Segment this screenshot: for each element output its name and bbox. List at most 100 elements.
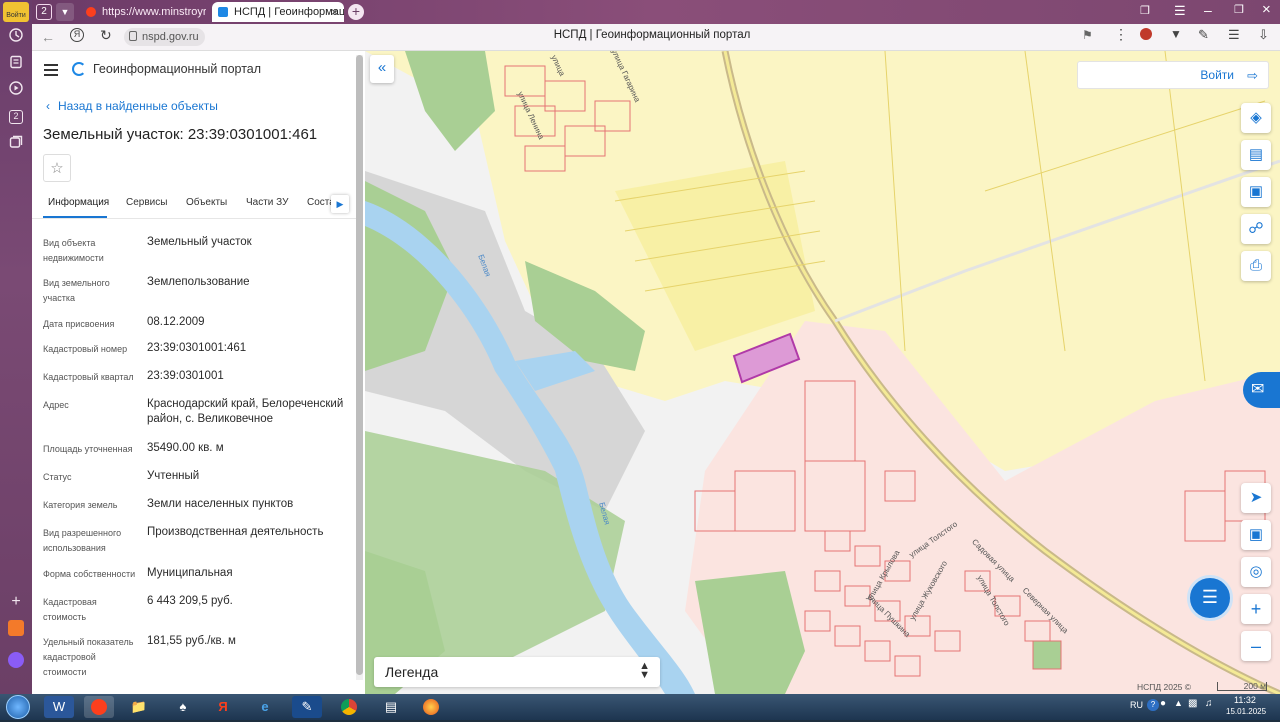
- close-window-button[interactable]: ×: [1262, 1, 1271, 18]
- tab-objects[interactable]: Объекты: [186, 197, 227, 208]
- field-value: Учтенный: [147, 470, 200, 482]
- tab-close-icon[interactable]: ×: [331, 2, 338, 22]
- layers-icon[interactable]: ◈: [1241, 103, 1271, 133]
- volume-icon[interactable]: ♫: [1205, 698, 1213, 709]
- field-label: Статус: [43, 472, 72, 482]
- legend-bar[interactable]: Легенда ▲ ▼: [374, 657, 660, 687]
- print-icon[interactable]: ⎙: [1241, 251, 1271, 281]
- yandex-icon[interactable]: Я: [208, 696, 238, 718]
- tab-minstroy[interactable]: https://www.minstroyrf.g: [80, 2, 206, 22]
- zoom-in-button[interactable]: +: [1241, 594, 1271, 624]
- bookmark-icon[interactable]: ⚑: [1082, 28, 1093, 42]
- media-icon[interactable]: [7, 81, 25, 99]
- copyright: НСПД 2025 ©: [1137, 682, 1192, 692]
- restore-button[interactable]: ❐: [1234, 3, 1244, 16]
- field-label: Площадь уточненная: [43, 444, 133, 454]
- more-icon[interactable]: ⋮: [1114, 26, 1128, 43]
- field-value: Земли населенных пунктов: [147, 498, 294, 510]
- panel-scrollbar-thumb[interactable]: [356, 55, 363, 675]
- download-arrow-icon[interactable]: ⇩: [1258, 27, 1269, 43]
- locate-icon[interactable]: ➤: [1241, 483, 1271, 513]
- object-title: Земельный участок: 23:39:0301001:461: [43, 126, 318, 143]
- field-value: 23:39:0301001:461: [147, 342, 247, 354]
- alice-icon[interactable]: [7, 651, 25, 669]
- field-label: Форма собственности: [43, 569, 136, 579]
- assistant-icon[interactable]: ✉: [1243, 372, 1280, 408]
- pdf-icon[interactable]: ▤: [376, 696, 406, 718]
- yandex-logo-icon[interactable]: Я: [70, 28, 84, 42]
- tab-parts[interactable]: Части ЗУ: [246, 197, 288, 208]
- map-view[interactable]: улица Ленина улица Гагарина улица Белая …: [365, 51, 1280, 694]
- url-text: nspd.gov.ru: [142, 31, 199, 43]
- login-button[interactable]: Войти ⇨: [1077, 61, 1269, 89]
- collapse-panel-button[interactable]: «: [370, 55, 394, 83]
- history-icon[interactable]: [7, 28, 25, 46]
- field-label: Адрес: [43, 400, 69, 410]
- tab-nspd[interactable]: НСПД | Геоинформацио ×: [212, 2, 344, 22]
- tab-strip: 2 ▼ https://www.minstroyrf.g НСПД | Геои…: [32, 0, 1280, 24]
- login-arrow-icon: ⇨: [1247, 68, 1258, 83]
- settings-menu-icon[interactable]: ☰: [1174, 3, 1186, 19]
- profile-button[interactable]: Войти: [3, 2, 29, 22]
- tray-expand-icon[interactable]: ▲: [1174, 698, 1183, 708]
- start-button[interactable]: [6, 695, 30, 719]
- games-icon[interactable]: ♠: [168, 696, 198, 718]
- chrome-icon[interactable]: [334, 696, 364, 718]
- downloads-icon[interactable]: ▼: [1170, 27, 1182, 41]
- firefox-icon[interactable]: [416, 696, 446, 718]
- internet-explorer-icon[interactable]: e: [250, 696, 280, 718]
- collections-icon[interactable]: [7, 135, 25, 153]
- language-indicator[interactable]: RU: [1130, 700, 1143, 710]
- add-icon[interactable]: +: [7, 593, 25, 611]
- file-explorer-icon[interactable]: 📁: [124, 696, 154, 718]
- scale-label: 200 м: [1243, 681, 1266, 691]
- reload-icon[interactable]: ↻: [100, 27, 112, 44]
- url-chip[interactable]: nspd.gov.ru: [124, 28, 205, 46]
- panel-scrollbar[interactable]: [356, 55, 363, 680]
- favorite-star-button[interactable]: ☆: [43, 154, 71, 182]
- field-label: Категория земель: [43, 500, 118, 510]
- back-nav-icon[interactable]: ←: [41, 29, 55, 45]
- geolocation-icon[interactable]: ◎: [1241, 557, 1271, 587]
- field-value: Муниципальная: [147, 567, 233, 579]
- chat-button[interactable]: ☰: [1187, 575, 1233, 621]
- field-label: Вид земельного участка: [43, 278, 110, 303]
- back-to-results-link[interactable]: ‹ Назад в найденные объекты: [46, 99, 218, 113]
- tab-services[interactable]: Сервисы: [126, 197, 167, 208]
- select-area-icon[interactable]: ▣: [1241, 177, 1271, 207]
- tabs-counter-icon[interactable]: 2: [7, 108, 25, 126]
- yandex-browser-icon[interactable]: [84, 696, 114, 718]
- tray-icon[interactable]: ●: [1160, 698, 1166, 709]
- map-canvas[interactable]: [365, 51, 1280, 694]
- reading-list-icon[interactable]: ☰: [1228, 27, 1240, 43]
- tabs-scroll-right-button[interactable]: ▶: [331, 195, 349, 213]
- help-icon[interactable]: ?: [1147, 699, 1159, 711]
- word-icon[interactable]: W: [44, 696, 74, 718]
- tab-count-badge[interactable]: 2: [36, 4, 52, 20]
- mail-icon[interactable]: [7, 619, 25, 637]
- clock-time[interactable]: 11:32: [1234, 695, 1256, 705]
- clock-date[interactable]: 15.01.2025: [1226, 707, 1266, 716]
- ruler-icon[interactable]: ▤: [1241, 140, 1271, 170]
- taskbar: W 📁 ♠ Я e ✎ ▤ RU ? ● ▲ ▩ ♫ 11:32 15.01.2…: [0, 694, 1280, 720]
- hamburger-menu-icon[interactable]: [44, 64, 58, 76]
- field-value: 6 443 209,5 руб.: [147, 595, 233, 607]
- minimize-button[interactable]: –: [1204, 2, 1212, 18]
- app-icon[interactable]: ✎: [292, 696, 322, 718]
- extension-icon[interactable]: [1140, 28, 1152, 40]
- share-icon[interactable]: ☍: [1241, 214, 1271, 244]
- login-label: Войти: [1200, 68, 1234, 82]
- field-label: Дата присвоения: [43, 319, 115, 329]
- notes-icon[interactable]: [7, 55, 25, 73]
- tabs-menu-icon[interactable]: ❐: [1140, 4, 1150, 17]
- browser-sidebar: Войти 2 +: [0, 0, 32, 694]
- tab-info[interactable]: Информация: [48, 197, 109, 208]
- extensions-puzzle-icon[interactable]: ✎: [1198, 27, 1209, 43]
- network-icon[interactable]: ▩: [1188, 698, 1197, 709]
- legend-expand-icon[interactable]: ▲ ▼: [639, 661, 650, 681]
- tab-list-dropdown-icon[interactable]: ▼: [56, 3, 74, 21]
- field-label: Удельный показатель кадастровой стоимост…: [43, 637, 134, 677]
- minimap-icon[interactable]: ▣: [1241, 520, 1271, 550]
- zoom-out-button[interactable]: –: [1241, 631, 1271, 661]
- new-tab-button[interactable]: +: [348, 4, 364, 20]
